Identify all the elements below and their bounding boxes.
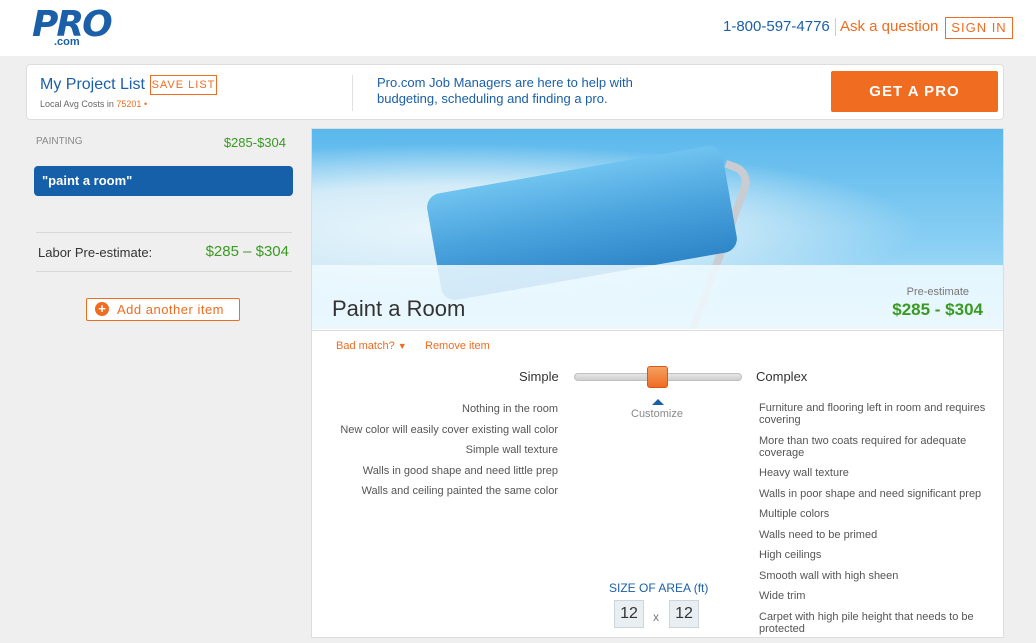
list-item: More than two coats required for adequat… xyxy=(759,434,967,459)
sidebar-item-paint-a-room[interactable]: "paint a room" xyxy=(34,166,293,196)
simple-factors-list: Nothing in the room New color will easil… xyxy=(312,402,558,505)
avg-label: Local Avg Costs in xyxy=(40,99,114,109)
bar-divider xyxy=(352,75,353,111)
pro-logo[interactable]: PRO .com xyxy=(32,6,113,49)
project-list-title: My Project List xyxy=(40,76,145,93)
customize-link[interactable]: Customize xyxy=(631,408,683,420)
list-item: Furniture and flooring left in room and … xyxy=(759,402,986,426)
sign-in-button[interactable]: SIGN IN xyxy=(945,17,1013,39)
labor-pre-estimate-label: Labor Pre-estimate: xyxy=(38,245,153,260)
list-item: Multiple colors xyxy=(759,508,830,520)
list-item: Smooth wall with high sheen xyxy=(759,569,899,582)
header-divider xyxy=(835,18,836,36)
paint-roller-hero-image: Paint a Room Pre-estimate $285 - $304 xyxy=(312,129,1003,329)
list-item: Heavy wall texture xyxy=(759,467,849,479)
hero-divider xyxy=(312,330,1003,331)
length-input[interactable]: 12 xyxy=(669,600,699,628)
add-item-label: Add another item xyxy=(117,302,225,317)
slider-complex-label: Complex xyxy=(756,369,808,384)
category-label: PAINTING xyxy=(36,136,83,147)
list-item: Walls and ceiling painted the same color xyxy=(361,485,558,497)
list-item: Carpet with high pile height that needs … xyxy=(759,610,974,635)
project-sidebar: PAINTING $285-$304 "paint a room" Labor … xyxy=(26,128,306,638)
add-another-item-button[interactable]: + Add another item xyxy=(86,298,240,321)
item-title: Paint a Room xyxy=(332,296,466,321)
width-input[interactable]: 12 xyxy=(614,600,644,628)
list-item: Wide trim xyxy=(759,590,806,602)
project-list-bar: My Project List SAVE LIST Local Avg Cost… xyxy=(26,64,1004,120)
list-item: Walls in good shape and need little prep xyxy=(362,464,558,477)
bad-match-dropdown[interactable]: Bad match? ▼ xyxy=(336,340,407,352)
sidebar-divider xyxy=(36,232,292,233)
job-manager-message: Pro.com Job Managers are here to help wi… xyxy=(377,75,633,106)
caret-up-icon xyxy=(652,399,664,405)
size-of-area-label: SIZE OF AREA (ft) xyxy=(609,581,709,595)
location-pin-icon: • xyxy=(143,99,148,109)
complex-factors-list: Furniture and flooring left in room and … xyxy=(759,402,989,643)
caret-down-icon: ▼ xyxy=(397,341,407,351)
labor-pre-estimate-price: $285 – $304 xyxy=(205,243,289,260)
list-item: Walls in poor shape and need significant… xyxy=(759,487,982,500)
sidebar-divider xyxy=(36,271,292,272)
slider-simple-label: Simple xyxy=(519,369,559,384)
list-item: New color will easily cover existing wal… xyxy=(340,423,558,436)
zip-code-link[interactable]: 75201 xyxy=(116,99,141,109)
remove-item-link[interactable]: Remove item xyxy=(425,340,490,352)
category-price: $285-$304 xyxy=(223,135,286,150)
times-symbol: x xyxy=(653,610,659,624)
list-item: Simple wall texture xyxy=(465,444,558,456)
save-list-button[interactable]: SAVE LIST xyxy=(150,75,217,95)
list-item: Nothing in the room xyxy=(462,403,558,415)
pre-estimate-label: Pre-estimate xyxy=(906,286,969,298)
get-a-pro-button[interactable]: GET A PRO xyxy=(831,71,998,112)
ask-question-link[interactable]: Ask a question xyxy=(840,18,938,35)
pre-estimate-price: $285 - $304 xyxy=(892,300,983,319)
complexity-slider-handle[interactable] xyxy=(647,366,668,388)
phone-link[interactable]: 1-800-597-4776 xyxy=(723,18,830,35)
local-avg-costs: Local Avg Costs in 75201 • xyxy=(40,99,147,109)
bad-match-label: Bad match? xyxy=(336,340,395,352)
list-item: Walls need to be primed xyxy=(759,528,878,541)
logo-sub: .com xyxy=(54,36,80,48)
plus-circle-icon: + xyxy=(95,302,109,316)
top-header: PRO .com 1-800-597-4776 Ask a question S… xyxy=(0,0,1036,56)
item-detail-panel: Paint a Room Pre-estimate $285 - $304 Ba… xyxy=(311,128,1004,638)
list-item: High ceilings xyxy=(759,549,822,561)
